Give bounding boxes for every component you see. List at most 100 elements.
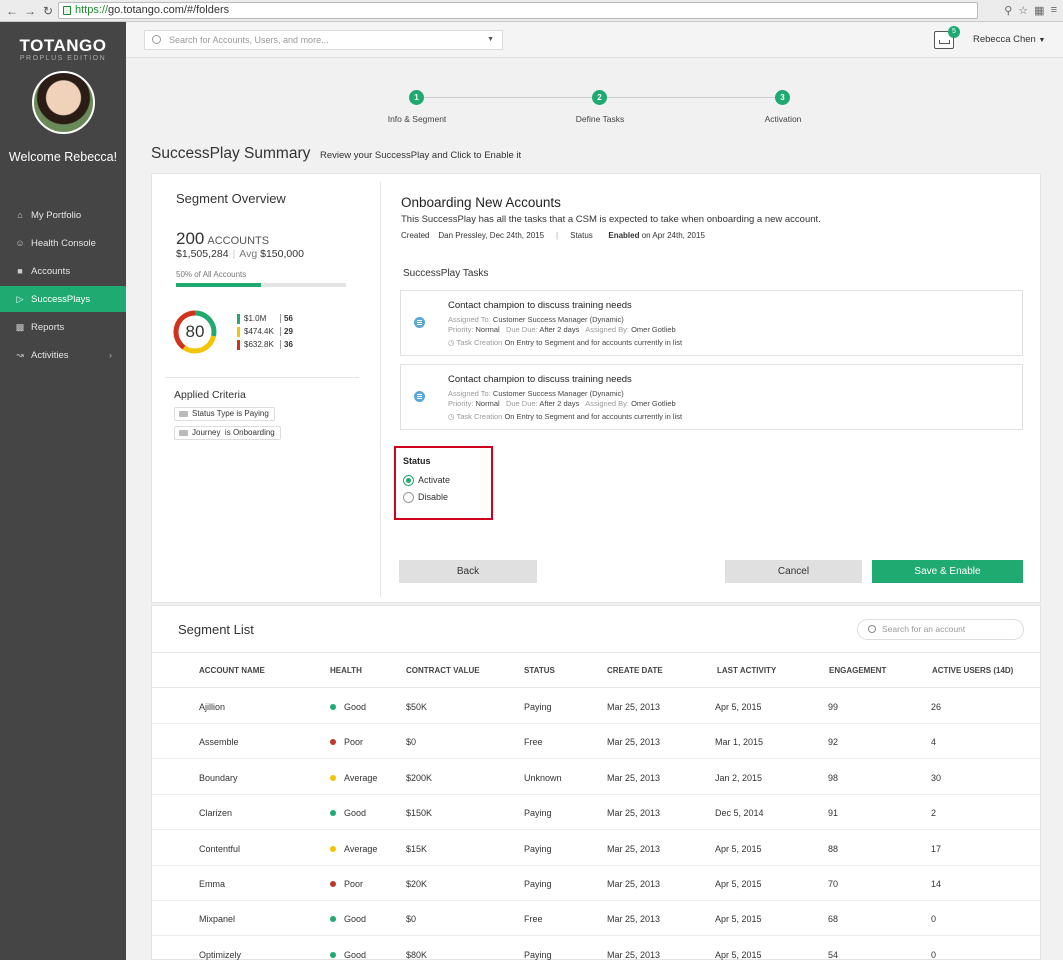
cell-account-name[interactable]: Ajillion [199,702,225,712]
cell-account-name[interactable]: Emma [199,879,225,889]
step-2-label[interactable]: Define Tasks [550,114,650,124]
table-row[interactable]: Contentful Average $15K Paying Mar 25, 2013 A… [152,831,1040,866]
cell-account-name[interactable]: Clarizen [199,808,232,818]
top-bar: Search for Accounts, Users, and more... … [126,22,1063,58]
table-row[interactable]: Optimizely Good $80K Paying Mar 25, 2013 Apr … [152,937,1040,960]
radio-activate[interactable] [403,475,414,486]
col-status[interactable]: STATUS [524,666,555,675]
user-menu[interactable]: Rebecca Chen ▼ [973,34,1045,45]
cell-account-name[interactable]: Contentful [199,844,240,854]
table-row[interactable]: Emma Poor $20K Paying Mar 25, 2013 Apr 5, 201… [152,866,1040,901]
legend-value: $632.8K [244,340,274,349]
summary-card: Segment Overview 200 ACCOUNTS $1,505,284 |… [151,173,1041,603]
cancel-button[interactable]: Cancel [725,560,862,583]
bar-chart-icon: ▩ [15,321,25,332]
col-health[interactable]: HEALTH [330,666,362,675]
col-contract-value[interactable]: CONTRACT VALUE [406,666,480,675]
health-label: Good [344,702,367,712]
radio-disable-label[interactable]: Disable [418,492,448,502]
cell-account-name[interactable]: Boundary [199,773,238,783]
sidebar-item-reports[interactable]: ▩ Reports [0,314,126,340]
criteria-chip-journey[interactable]: Journey is Onboarding [174,426,281,440]
segment-overview-heading: Segment Overview [176,191,286,206]
legend-swatch-poor [237,339,240,350]
col-engagement[interactable]: ENGAGEMENT [829,666,886,675]
criteria-value: Paying [244,409,269,418]
legend-swatch-average [237,326,240,337]
zoom-icon[interactable]: ⚲ [1004,4,1012,17]
cell-create-date: Mar 25, 2013 [607,949,661,960]
table-row[interactable]: Clarizen Good $150K Paying Mar 25, 2013 Dec 5… [152,795,1040,831]
cell-create-date: Mar 25, 2013 [607,808,661,819]
account-search-input[interactable]: Search for an account [857,619,1024,640]
logo[interactable]: TOTANGO [0,36,126,56]
step-3-dot[interactable]: 3 [775,90,790,105]
legend-row: $1.0M 56 [237,312,293,325]
cell-account-name[interactable]: Mixpanel [199,914,235,924]
col-create-date[interactable]: CREATE DATE [607,666,663,675]
criteria-chip-status-type[interactable]: Status Type is Paying [174,407,275,421]
reload-icon[interactable]: ↻ [42,4,54,18]
save-enable-button[interactable]: Save & Enable [872,560,1023,583]
cell-status: Free [524,737,543,748]
table-row[interactable]: Mixpanel Good $0 Free Mar 25, 2013 Apr 5, 201… [152,901,1040,937]
cell-account-name[interactable]: Optimizely [199,950,241,960]
accounts-value: $1,505,284 | Avg $150,000 [176,248,304,260]
sidebar-item-my-portfolio[interactable]: ⌂ My Portfolio [0,202,126,228]
radio-disable[interactable] [403,492,414,503]
cell-active-users: 0 [931,949,937,960]
criteria-icon [179,411,188,417]
health-label: Good [344,949,367,960]
extension-icon[interactable]: ▦ [1034,4,1044,17]
caret-down-icon[interactable]: ▼ [487,31,494,49]
cell-engagement: 92 [828,737,839,748]
cell-contract-value: $0 [406,737,417,748]
search-icon [152,35,161,44]
cell-status: Unknown [524,772,562,783]
forward-arrow-icon[interactable]: → [24,4,36,18]
criteria-op: is [224,428,231,437]
step-1-label[interactable]: Info & Segment [367,114,467,124]
radio-activate-label[interactable]: Activate [418,475,450,485]
step-2-dot[interactable]: 2 [592,90,607,105]
url-scheme: https:// [75,4,109,16]
health-dot-icon [330,951,336,958]
home-icon: ⌂ [17,210,23,220]
task-card[interactable]: Contact champion to discuss training nee… [400,364,1023,430]
sidebar-item-successplays[interactable]: ▷ SuccessPlays [0,286,126,312]
cell-health: Poor [330,879,363,889]
cell-account-name[interactable]: Assemble [199,737,239,747]
step-1-dot[interactable]: 1 [409,90,424,105]
back-arrow-icon[interactable]: ← [6,4,18,18]
col-last-activity[interactable]: LAST ACTIVITY [717,666,776,675]
table-row[interactable]: Boundary Average $200K Unknown Mar 25, 2013 J… [152,760,1040,795]
sidebar-item-accounts[interactable]: ■ Accounts [0,258,126,284]
address-bar[interactable]: https://go.totango.com/#/folders [58,2,978,19]
cell-active-users: 17 [931,843,942,854]
task-card[interactable]: Contact champion to discuss training nee… [400,290,1023,356]
table-row[interactable]: Assemble Poor $0 Free Mar 25, 2013 Mar 1, 201… [152,724,1040,760]
welcome-text: Welcome Rebecca! [0,150,126,165]
health-dot-icon [330,739,336,746]
health-label: Average [344,843,378,854]
edition-label: PROPLUS EDITION [19,55,107,62]
pct-progress-bar [176,283,346,287]
segment-list: Segment List Search for an account ACCOU… [151,605,1041,960]
user-name: Rebecca Chen [973,34,1036,45]
col-active-users[interactable]: ACTIVE USERS (14D) [932,666,1013,675]
creation-label: Task Creation [456,412,503,421]
step-3-label[interactable]: Activation [733,114,833,124]
accounts-number: 200 [176,229,205,248]
browser-toolbar: ← → ↻ https://go.totango.com/#/folders ⚲… [0,0,1063,22]
global-search-input[interactable]: Search for Accounts, Users, and more... … [144,30,503,50]
menu-icon[interactable]: ≡ [1051,4,1057,17]
avatar[interactable] [32,71,95,134]
table-row[interactable]: Ajillion Good $50K Paying Mar 25, 2013 Apr 5,… [152,689,1040,724]
star-icon[interactable]: ☆ [1018,4,1028,17]
legend-row: $474.4K 29 [237,325,293,338]
back-button[interactable]: Back [399,560,537,583]
col-account-name[interactable]: ACCOUNT NAME [199,666,265,675]
sidebar-item-activities[interactable]: ↝ Activities › [0,342,126,368]
sidebar-item-health-console[interactable]: ☺ Health Console [0,230,126,256]
cell-health: Good [330,914,366,924]
